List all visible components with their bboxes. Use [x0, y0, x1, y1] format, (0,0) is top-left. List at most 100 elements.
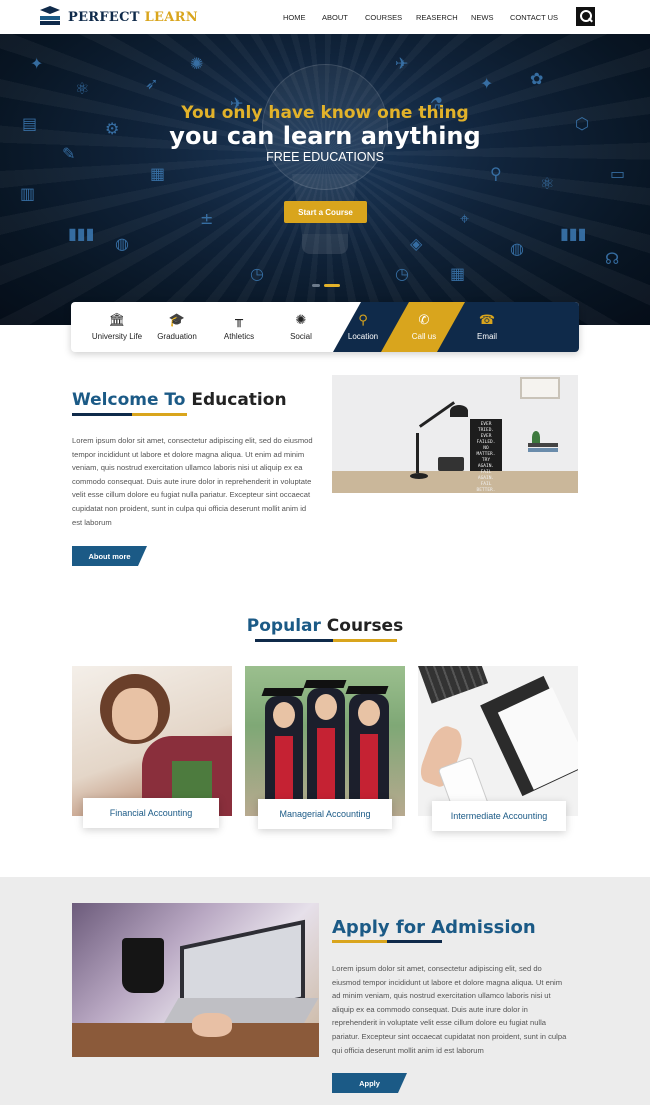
quote-sign: EVER TRIED. EVER FAILED. NO MATTER. TRY …	[470, 419, 502, 493]
course-photo-financial[interactable]	[72, 666, 232, 816]
compass-icon: ⌖	[460, 209, 470, 228]
slider-dot-active[interactable]	[324, 284, 340, 287]
graduation-cap-icon: 🎓	[168, 313, 186, 328]
courses-underline	[255, 639, 333, 642]
social-network-icon: ✺	[295, 313, 307, 328]
star-icon: ✦	[30, 54, 44, 73]
atom-icon: ⚛	[75, 79, 90, 98]
site-header: PERFECT LEARN HOME ABOUT COURSES REASERC…	[0, 0, 650, 34]
book-stack	[528, 443, 558, 447]
monitor-icon: ▭	[610, 164, 626, 183]
feature-athletics[interactable]: ╥ Athletics	[211, 302, 267, 352]
feature-label: Email	[476, 331, 497, 341]
nav-courses[interactable]: COURSES	[365, 13, 402, 22]
bars-icon: ▮▮▮	[560, 224, 587, 243]
phone-icon: ✆	[418, 313, 430, 328]
slider-dots[interactable]	[312, 284, 340, 287]
typing-hand	[192, 1013, 232, 1037]
feature-label: Athletics	[223, 331, 255, 341]
feature-label: Graduation	[157, 331, 197, 341]
course-photo-managerial[interactable]	[245, 666, 405, 816]
star2-icon: ✦	[480, 74, 494, 93]
book-stack-2	[528, 448, 558, 452]
desk-clock	[438, 457, 464, 471]
feature-email[interactable]: ☎ Email	[461, 302, 513, 352]
palette-icon: ✿	[530, 69, 544, 88]
lamp-stand	[416, 433, 419, 473]
microscope-icon: ⚲	[490, 164, 502, 183]
courses-underline-accent	[333, 639, 397, 642]
course-card-financial[interactable]: Financial Accounting	[83, 798, 219, 828]
feature-bar: 🏛 University Life 🎓 Graduation ╥ Athleti…	[71, 302, 579, 352]
apply-button[interactable]: Apply	[332, 1073, 407, 1093]
feature-location[interactable]: ⚲ Location	[337, 302, 389, 352]
clock-icon: ◷	[250, 264, 264, 283]
logo-text-part2: LEARN	[144, 9, 198, 25]
feature-social[interactable]: ✺ Social	[273, 302, 329, 352]
course-card-intermediate[interactable]: Intermediate Accounting	[432, 801, 566, 831]
feature-label: Call us	[411, 331, 437, 341]
telephone-icon: ☎	[478, 313, 496, 328]
student-face	[112, 688, 158, 740]
title-underline-accent	[132, 413, 187, 416]
logo-text-part1: PERFECT	[68, 9, 140, 25]
feature-label: University Life	[91, 331, 143, 341]
desk-photo: EVER TRIED. EVER FAILED. NO MATTER. TRY …	[332, 375, 578, 493]
gown-stole-3	[360, 734, 378, 806]
graduate-face-1	[273, 702, 295, 728]
search-icon[interactable]	[576, 7, 595, 26]
about-more-button[interactable]: About more	[72, 546, 147, 566]
course-card-managerial[interactable]: Managerial Accounting	[258, 799, 392, 829]
feature-label: Location	[347, 331, 379, 341]
graduate-face-3	[358, 700, 380, 726]
plant	[532, 431, 540, 443]
nav-home[interactable]: HOME	[283, 13, 306, 22]
welcome-title: Welcome To Education	[72, 390, 287, 410]
mortarboard-1	[261, 688, 305, 696]
feature-call-us[interactable]: ✆ Call us	[398, 302, 450, 352]
slider-dot[interactable]	[312, 284, 320, 287]
admission-underline-accent	[332, 940, 387, 943]
wall-frame	[520, 377, 560, 399]
building-icon: 🏛	[108, 313, 126, 328]
hurdle-icon: ╥	[235, 313, 243, 328]
nav-research[interactable]: REASERCH	[416, 13, 458, 22]
admission-title: Apply for Admission	[332, 917, 536, 938]
courses-title-a: Popular	[246, 616, 321, 636]
logo[interactable]: PERFECT LEARN	[38, 6, 198, 28]
globe2-icon: ◍	[510, 239, 524, 258]
atom2-icon: ⚛	[540, 174, 555, 193]
welcome-title-b: Education	[191, 390, 287, 410]
welcome-body: Lorem ipsum dolor sit amet, consectetur …	[72, 436, 313, 527]
feature-graduation[interactable]: 🎓 Graduation	[149, 302, 205, 352]
chart-icon: ▥	[20, 184, 36, 203]
gown-stole-1	[275, 736, 293, 806]
admission-body: Lorem ipsum dolor sit amet, consectetur …	[332, 964, 567, 1055]
airplane-icon: ✈	[395, 54, 409, 73]
mortarboard-3	[345, 686, 389, 694]
bar-chart-icon: ▮▮▮	[68, 224, 95, 243]
nav-about[interactable]: ABOUT	[322, 13, 348, 22]
map-pin-icon: ⚲	[358, 313, 368, 328]
feature-university-life[interactable]: 🏛 University Life	[87, 302, 147, 352]
courses-title-b: Courses	[326, 616, 404, 636]
start-course-button[interactable]: Start a Course	[284, 201, 367, 223]
coffee-cup	[122, 938, 164, 993]
nav-news[interactable]: NEWS	[471, 13, 494, 22]
lamp-base	[410, 473, 428, 479]
calculator-icon: ▦	[150, 164, 166, 183]
course-photo-intermediate[interactable]	[418, 666, 578, 816]
abacus-icon: ▦	[450, 264, 466, 283]
logo-text: PERFECT LEARN	[68, 10, 198, 25]
nav-contact[interactable]: CONTACT US	[510, 13, 558, 22]
headphones-icon: ☊	[605, 249, 620, 268]
feature-label: Social	[290, 331, 312, 341]
diamonds-icon: ◈	[410, 234, 423, 253]
gown-stole-2	[317, 728, 335, 806]
welcome-title-a: Welcome To	[72, 390, 186, 410]
hero-tagline: You only have know one thing	[181, 103, 469, 123]
desk-surface	[332, 471, 578, 493]
books-cap-icon	[38, 6, 62, 28]
admission-section: Apply for Admission Lorem ipsum dolor si…	[0, 877, 650, 1105]
laptop-photo	[72, 903, 319, 1057]
